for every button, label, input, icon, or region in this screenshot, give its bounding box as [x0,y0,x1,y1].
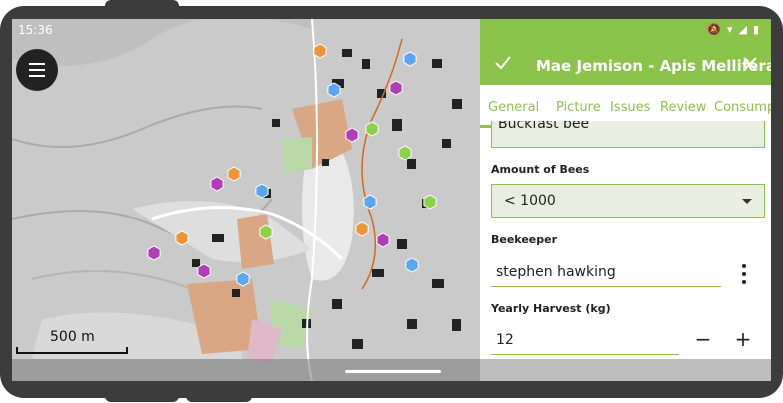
hive-marker-icon[interactable] [423,194,437,210]
hive-marker-icon[interactable] [175,230,189,246]
hardware-button [105,390,179,402]
harvest-field[interactable]: 12 [491,326,679,355]
hive-marker-icon[interactable] [363,194,377,210]
hive-marker-icon[interactable] [376,232,390,248]
wifi-icon: ▾ [726,23,733,36]
hive-marker-icon[interactable] [259,224,273,240]
hive-marker-icon[interactable] [389,80,403,96]
beekeeper-label: Beekeeper [491,233,558,246]
app-bar: 🔕 ▾ ◢ ▮ Mae Jemison - Apis Mellifera [480,19,771,85]
screen: 15:36 500 m 🔕 ▾ ◢ ▮ Mae Jemison - Apis M… [12,19,771,381]
map-canvas [12,19,480,381]
harvest-value: 12 [496,332,514,348]
harvest-label: Yearly Harvest (kg) [491,302,611,315]
hive-marker-icon[interactable] [403,51,417,67]
hamburger-icon [29,61,45,79]
hive-marker-icon[interactable] [355,221,369,237]
page-title: Mae Jemison - Apis Mellifera [536,57,771,75]
status-time: 15:36 [18,23,53,37]
hardware-button [186,390,252,402]
close-icon[interactable] [741,55,759,73]
hive-marker-icon[interactable] [210,176,224,192]
map-view[interactable]: 15:36 500 m [12,19,480,381]
dropdown-arrow-icon [742,199,752,204]
hive-marker-icon[interactable] [365,121,379,137]
detail-panel: 🔕 ▾ ◢ ▮ Mae Jemison - Apis Mellifera Gen… [480,19,771,381]
menu-button[interactable] [16,49,58,91]
form-content: Buckfast bee Amount of Bees < 1000 Beeke… [480,121,771,381]
tab-consumption[interactable]: Consumption [714,100,771,115]
system-status-icons: 🔕 ▾ ◢ ▮ [707,23,759,36]
tab-picture[interactable]: Picture [556,100,601,115]
hive-marker-icon[interactable] [327,82,341,98]
nav-gesture-handle[interactable] [345,370,441,373]
tablet-device: 15:36 500 m 🔕 ▾ ◢ ▮ Mae Jemison - Apis M… [0,0,783,403]
check-icon[interactable] [494,54,512,72]
hive-marker-icon[interactable] [398,145,412,161]
hive-marker-icon[interactable] [405,257,419,273]
amount-label: Amount of Bees [491,163,590,176]
beekeeper-field[interactable]: stephen hawking [491,258,721,287]
hive-marker-icon[interactable] [227,166,241,182]
hive-marker-icon[interactable] [197,263,211,279]
panel-nav-bar [480,359,771,381]
mute-icon: 🔕 [707,23,721,36]
beekeeper-value: stephen hawking [496,264,616,280]
signal-icon: ◢ [738,23,747,36]
increment-button[interactable]: + [733,328,753,350]
battery-icon: ▮ [752,23,759,36]
hive-marker-icon[interactable] [236,271,250,287]
map-scale-label: 500 m [50,329,95,345]
hive-marker-icon[interactable] [255,183,269,199]
hive-marker-icon[interactable] [345,127,359,143]
breed-field-value: Buckfast bee [498,121,590,132]
amount-value: < 1000 [504,193,556,209]
tab-review[interactable]: Review [660,100,706,115]
map-scale-bar [16,347,128,354]
breed-field[interactable]: Buckfast bee [491,121,765,148]
hive-marker-icon[interactable] [313,43,327,59]
more-vert-icon[interactable] [739,264,749,284]
tab-issues[interactable]: Issues [610,100,650,115]
decrement-button[interactable]: − [693,328,713,350]
amount-select[interactable]: < 1000 [491,184,765,218]
tab-general[interactable]: General [488,100,539,115]
hive-marker-icon[interactable] [147,245,161,261]
